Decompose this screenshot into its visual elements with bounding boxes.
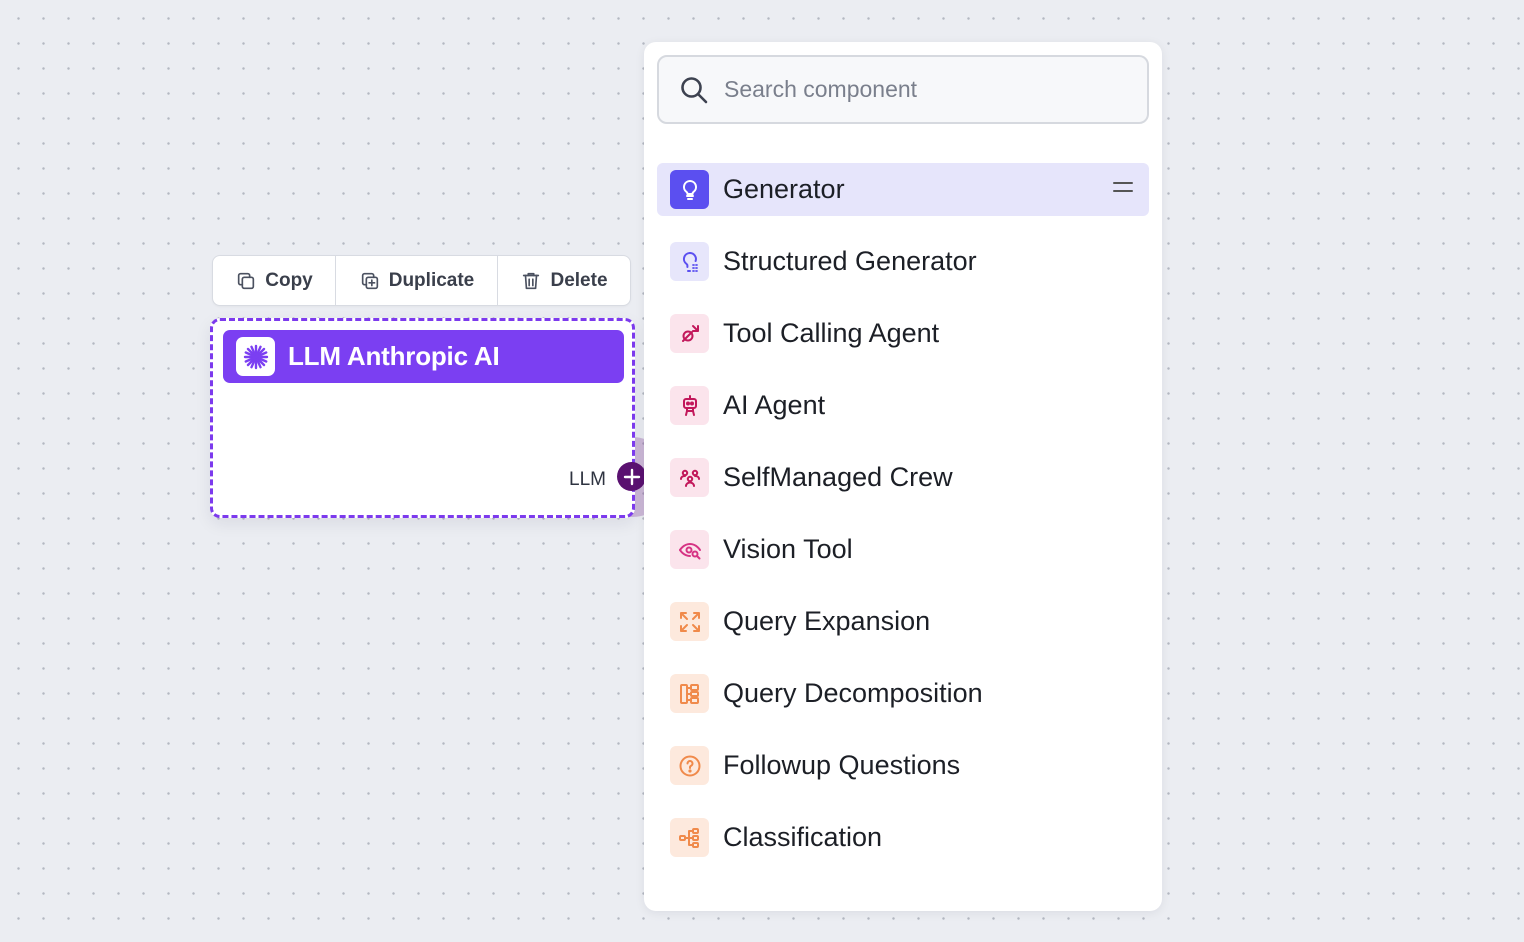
question-circle-icon	[670, 746, 709, 785]
list-item-label: Generator	[723, 174, 845, 204]
component-list: Generator Structured Generator Tool Call…	[657, 163, 1149, 883]
list-item-ai-agent[interactable]: AI Agent	[657, 379, 1149, 432]
search-box[interactable]	[657, 55, 1149, 124]
list-item-label: Tool Calling Agent	[723, 318, 940, 348]
plus-icon	[623, 468, 640, 485]
anthropic-logo-icon	[236, 337, 275, 376]
list-item-followup-questions[interactable]: Followup Questions	[657, 739, 1149, 792]
search-input[interactable]	[724, 76, 1144, 103]
node-header[interactable]: LLM Anthropic AI	[223, 330, 624, 383]
trash-icon	[523, 272, 540, 289]
expand-arrows-icon	[670, 602, 709, 641]
list-item-classification[interactable]: Classification	[657, 811, 1149, 864]
decomposition-icon	[670, 674, 709, 713]
add-connection-button[interactable]	[617, 462, 646, 491]
node-title: LLM Anthropic AI	[288, 341, 500, 371]
list-item-label: Query Decomposition	[723, 678, 983, 708]
list-item-label: Query Expansion	[723, 606, 931, 636]
hierarchy-icon	[670, 818, 709, 857]
list-item-query-expansion[interactable]: Query Expansion	[657, 595, 1149, 648]
copy-button[interactable]: Copy	[213, 256, 336, 305]
duplicate-label: Duplicate	[388, 269, 475, 291]
drag-handle-icon[interactable]	[1113, 182, 1133, 196]
list-item-selfmanaged-crew[interactable]: SelfManaged Crew	[657, 451, 1149, 504]
list-item-tool-calling-agent[interactable]: Tool Calling Agent	[657, 307, 1149, 360]
list-item-label: AI Agent	[723, 390, 826, 420]
crew-icon	[670, 458, 709, 497]
tool-calling-icon	[670, 314, 709, 353]
component-picker-panel: Generator Structured Generator	[644, 42, 1162, 911]
output-port-label: LLM	[569, 469, 606, 490]
list-item-label: Followup Questions	[723, 750, 961, 780]
delete-button[interactable]: Delete	[498, 256, 630, 305]
robot-icon	[670, 386, 709, 425]
lightbulb-structured-icon	[670, 242, 709, 281]
list-item-label: Vision Tool	[723, 534, 853, 564]
delete-label: Delete	[550, 269, 608, 291]
duplicate-icon	[361, 272, 378, 289]
lightbulb-icon	[670, 170, 709, 209]
llm-node[interactable]: LLM Anthropic AI LLM	[210, 318, 635, 518]
node-toolbar: Copy Duplicate Delete	[212, 255, 631, 306]
list-item-label: SelfManaged Crew	[723, 462, 953, 492]
list-item-generator[interactable]: Generator	[657, 163, 1149, 216]
list-item-label: Structured Generator	[723, 246, 977, 276]
list-item-label: Classification	[723, 822, 883, 852]
duplicate-button[interactable]: Duplicate	[336, 256, 498, 305]
list-item-query-decomposition[interactable]: Query Decomposition	[657, 667, 1149, 720]
list-item-structured-generator[interactable]: Structured Generator	[657, 235, 1149, 288]
list-item-vision-tool[interactable]: Vision Tool	[657, 523, 1149, 576]
copy-label: Copy	[265, 269, 313, 291]
search-icon	[681, 76, 708, 103]
copy-icon	[238, 272, 255, 289]
eye-search-icon	[670, 530, 709, 569]
